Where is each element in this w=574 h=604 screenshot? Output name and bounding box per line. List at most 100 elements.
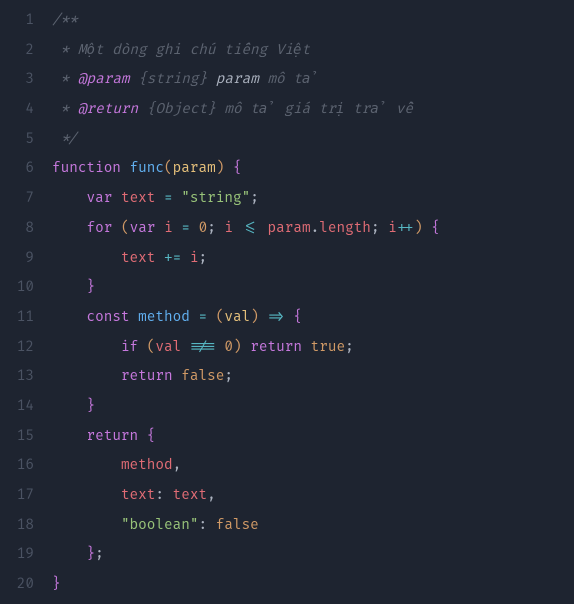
- token-paren1: (: [164, 160, 173, 177]
- line-number: 14: [0, 392, 34, 422]
- token-punc: [242, 339, 251, 356]
- token-paren1: ): [233, 339, 242, 356]
- code-line[interactable]: };: [52, 540, 574, 570]
- token-cmt: [130, 71, 139, 88]
- token-brace: }: [86, 398, 95, 415]
- token-punc: [121, 160, 130, 177]
- code-line[interactable]: * Một dòng ghi chú tiếng Việt: [52, 36, 574, 66]
- line-number: 10: [0, 273, 34, 303]
- token-punc: [181, 250, 190, 267]
- token-punc: [112, 220, 121, 237]
- token-kw: return: [121, 368, 173, 385]
- token-cmt: [207, 71, 216, 88]
- code-line[interactable]: }: [52, 570, 574, 600]
- code-line[interactable]: }: [52, 273, 574, 303]
- token-fn: method: [138, 309, 190, 326]
- token-param: param: [173, 160, 216, 177]
- code-line[interactable]: var text = "string";: [52, 184, 574, 214]
- code-content[interactable]: /** * Một dòng ghi chú tiếng Việt * @par…: [52, 6, 574, 600]
- token-cmt: [138, 101, 147, 118]
- token-punc: ;: [95, 546, 104, 563]
- token-punc: [259, 220, 268, 237]
- token-punc: [112, 190, 121, 207]
- line-number: 9: [0, 244, 34, 274]
- token-var: text: [121, 487, 155, 504]
- token-var: text: [121, 190, 155, 207]
- code-line[interactable]: method,: [52, 451, 574, 481]
- token-punc: [233, 220, 242, 237]
- token-str: "boolean": [121, 517, 199, 534]
- token-brace: {: [431, 220, 440, 237]
- line-number: 1: [0, 6, 34, 36]
- token-punc: ;: [250, 190, 259, 207]
- token-kw: if: [121, 339, 138, 356]
- token-brace: {: [147, 428, 156, 445]
- code-line[interactable]: const method = (val) => {: [52, 303, 574, 333]
- token-brace: }: [86, 279, 95, 296]
- token-cmt: mô tả: [259, 71, 319, 88]
- code-line[interactable]: text += i;: [52, 244, 574, 274]
- code-line[interactable]: return false;: [52, 362, 574, 392]
- line-number: 8: [0, 214, 34, 244]
- token-bool: false: [181, 368, 224, 385]
- token-kw: return: [250, 339, 302, 356]
- code-line[interactable]: function func(param) {: [52, 154, 574, 184]
- token-num: 0: [199, 220, 208, 237]
- token-kw: var: [130, 220, 156, 237]
- token-cmt-param: param: [216, 71, 259, 88]
- token-brace: }: [86, 546, 95, 563]
- line-number: 4: [0, 95, 34, 125]
- token-punc: [224, 160, 233, 177]
- code-line[interactable]: }: [52, 392, 574, 422]
- token-op: <=: [242, 220, 259, 237]
- line-number: 15: [0, 422, 34, 452]
- code-line[interactable]: text: text,: [52, 481, 574, 511]
- token-prop: length: [319, 220, 371, 237]
- token-punc: [181, 339, 190, 356]
- token-cmt: mô tả giá trị trả về: [216, 101, 413, 118]
- line-number: 5: [0, 125, 34, 155]
- token-var: i: [388, 220, 397, 237]
- token-punc: [173, 190, 182, 207]
- token-punc: ;: [371, 220, 388, 237]
- token-punc: [207, 309, 216, 326]
- line-number-gutter: 1234567891011121314151617181920: [0, 6, 52, 600]
- token-cmt: *: [52, 71, 78, 88]
- token-punc: [155, 220, 164, 237]
- token-var: i: [224, 220, 233, 237]
- code-editor[interactable]: 1234567891011121314151617181920 /** * Mộ…: [0, 0, 574, 600]
- token-punc: ;: [207, 220, 224, 237]
- code-line[interactable]: */: [52, 125, 574, 155]
- token-punc: [138, 428, 147, 445]
- code-line[interactable]: return {: [52, 422, 574, 452]
- code-line[interactable]: "boolean": false: [52, 511, 574, 541]
- token-punc: ,: [173, 457, 182, 474]
- token-var: val: [155, 339, 181, 356]
- code-line[interactable]: if (val !== 0) return true;: [52, 333, 574, 363]
- line-number: 19: [0, 540, 34, 570]
- token-num: 0: [224, 339, 233, 356]
- token-var: method: [121, 457, 173, 474]
- token-str: "string": [181, 190, 250, 207]
- token-kw: const: [86, 309, 129, 326]
- code-line[interactable]: for (var i = 0; i <= param.length; i++) …: [52, 214, 574, 244]
- token-cmt-type: {Object}: [147, 101, 216, 118]
- token-cmt: /**: [52, 12, 78, 29]
- token-punc: [423, 220, 432, 237]
- token-brace: {: [293, 309, 302, 326]
- code-line[interactable]: * @return {Object} mô tả giá trị trả về: [52, 95, 574, 125]
- token-op: +=: [164, 250, 181, 267]
- token-paren1: ): [414, 220, 423, 237]
- code-line[interactable]: /**: [52, 6, 574, 36]
- token-op: =: [164, 190, 173, 207]
- token-punc: [173, 368, 182, 385]
- token-punc: ;: [345, 339, 354, 356]
- code-line[interactable]: * @param {string} param mô tả: [52, 65, 574, 95]
- token-cmt-tag: @return: [78, 101, 138, 118]
- token-var: text: [121, 250, 155, 267]
- token-cmt: * Một dòng ghi chú tiếng Việt: [52, 42, 310, 59]
- line-number: 6: [0, 154, 34, 184]
- line-number: 18: [0, 511, 34, 541]
- line-number: 13: [0, 362, 34, 392]
- token-op: ++: [397, 220, 414, 237]
